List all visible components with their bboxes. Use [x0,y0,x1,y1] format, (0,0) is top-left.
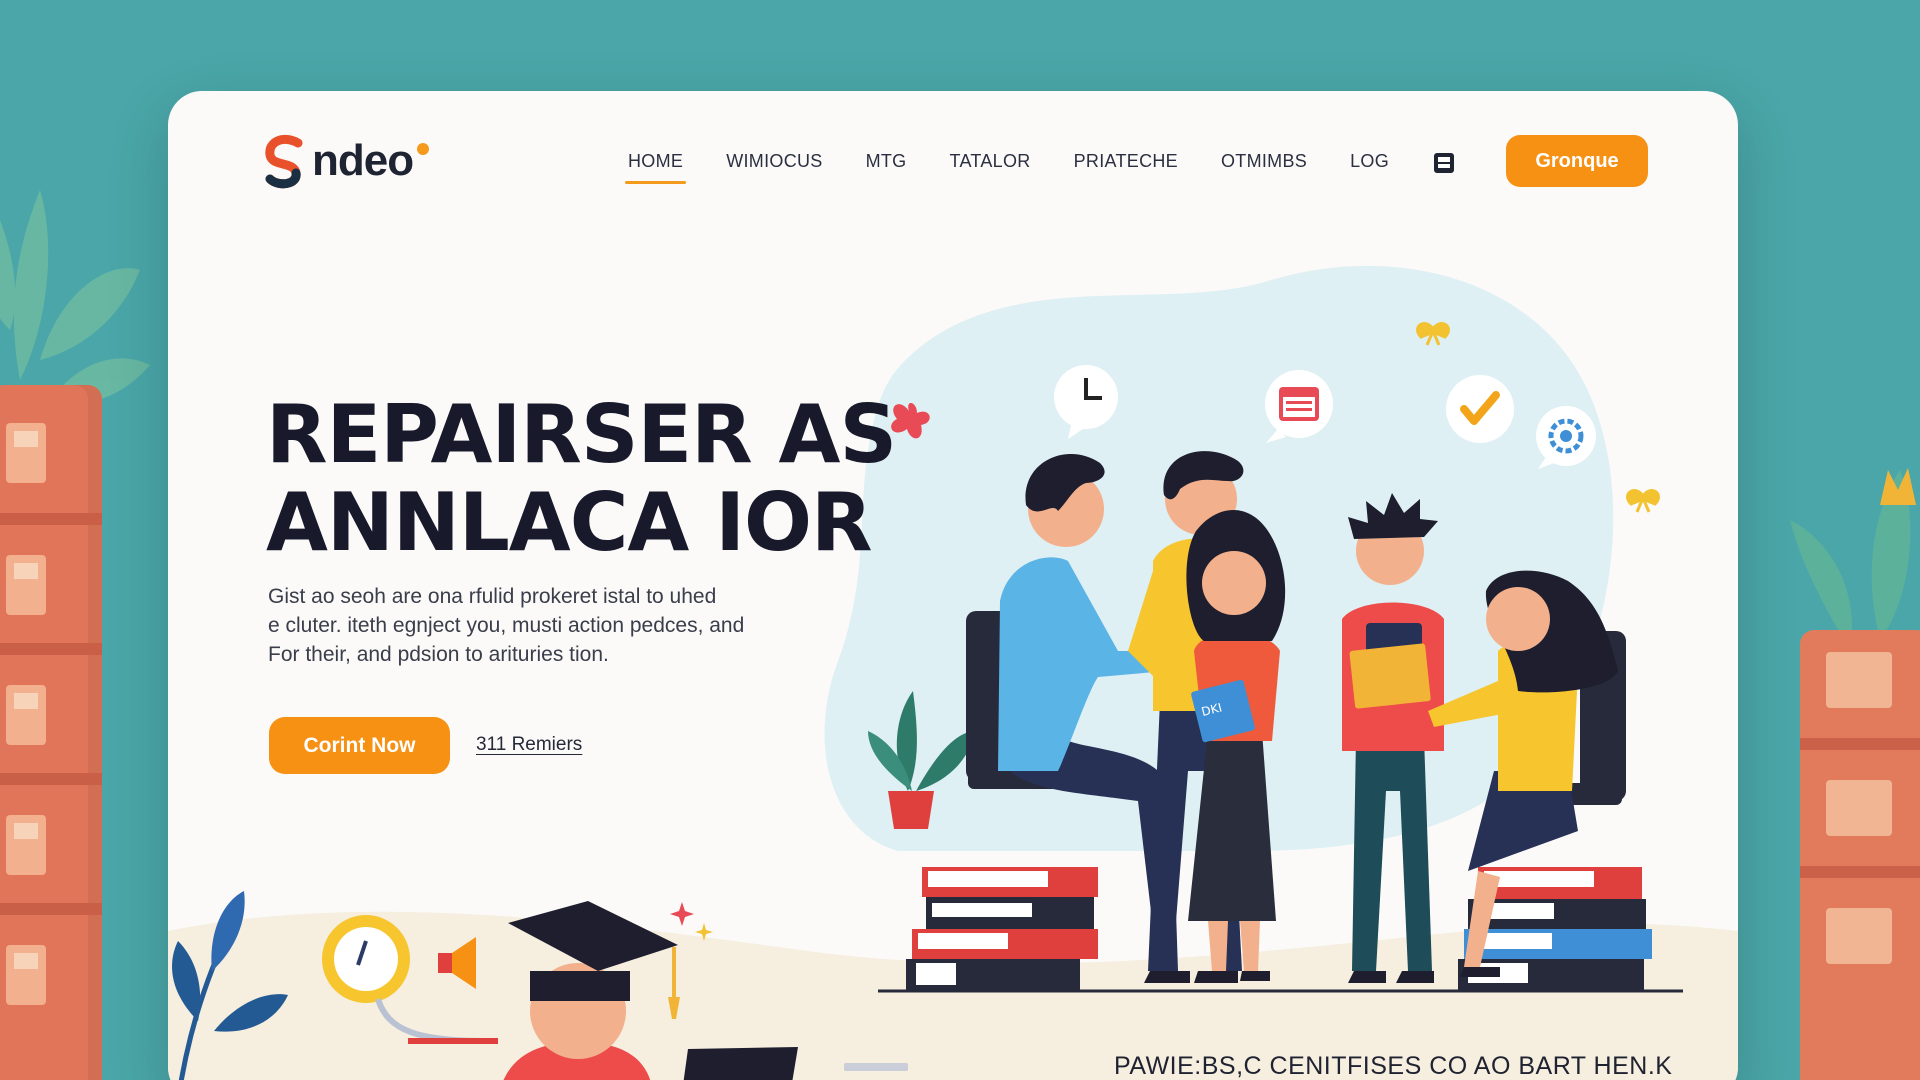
book-stack-left [906,867,1098,991]
nav-item-otmimbs[interactable]: OTMIMBS [1221,151,1307,184]
nav-item-tatalor[interactable]: TATALOR [949,151,1030,184]
brand-name: ndeo [312,136,414,185]
logo-icon [265,135,303,189]
nav-item-home[interactable]: HOME [624,151,687,184]
nav-item-log[interactable]: LOG [1350,151,1389,184]
brand-logo[interactable]: ndeo [264,131,430,191]
hero-description-line: For their, and pdsion to arituries tion. [268,643,609,666]
brand-dot [417,143,430,155]
bookmark-icon[interactable] [1432,151,1456,175]
header-cta-button[interactable]: Gronque [1506,135,1648,187]
hero-description-line: e cluter. iteth egnject you, musti actio… [268,614,745,637]
hero-description: Gist ao seoh are ona rfulid prokeret ist… [268,582,828,669]
right-building-decoration [1800,630,1920,1080]
nav-item-mtg[interactable]: MTG [866,151,907,184]
bottom-caption: PAWIE:BS,C CENITFISES CO AO BART HEN.K [1114,1052,1673,1080]
primary-cta-button[interactable]: Corint Now [269,717,450,774]
hero-description-line: Gist ao seoh are ona rfulid prokeret ist… [268,585,717,608]
main-nav: HOME WIMIOCUS MTG TATALOR PRIATECHE OTMI… [624,151,1456,184]
hero-title: REPAIRSER AS ANNLACA IOR [266,391,986,567]
nav-item-priateche[interactable]: PRIATECHE [1074,151,1178,184]
landing-page-card: DKI ndeo HOME WIMIOCUS MTG TATALOR PRIAT… [168,91,1738,1080]
hero-title-line: REPAIRSER AS [266,388,897,481]
hero-title-line: ANNLACA IOR [266,476,873,569]
secondary-link[interactable]: 311 Remiers [476,734,582,756]
checkmark-bubble-icon [1446,375,1514,443]
left-building-decoration [0,385,102,1080]
nav-item-wimiocus[interactable]: WIMIOCUS [726,151,822,184]
